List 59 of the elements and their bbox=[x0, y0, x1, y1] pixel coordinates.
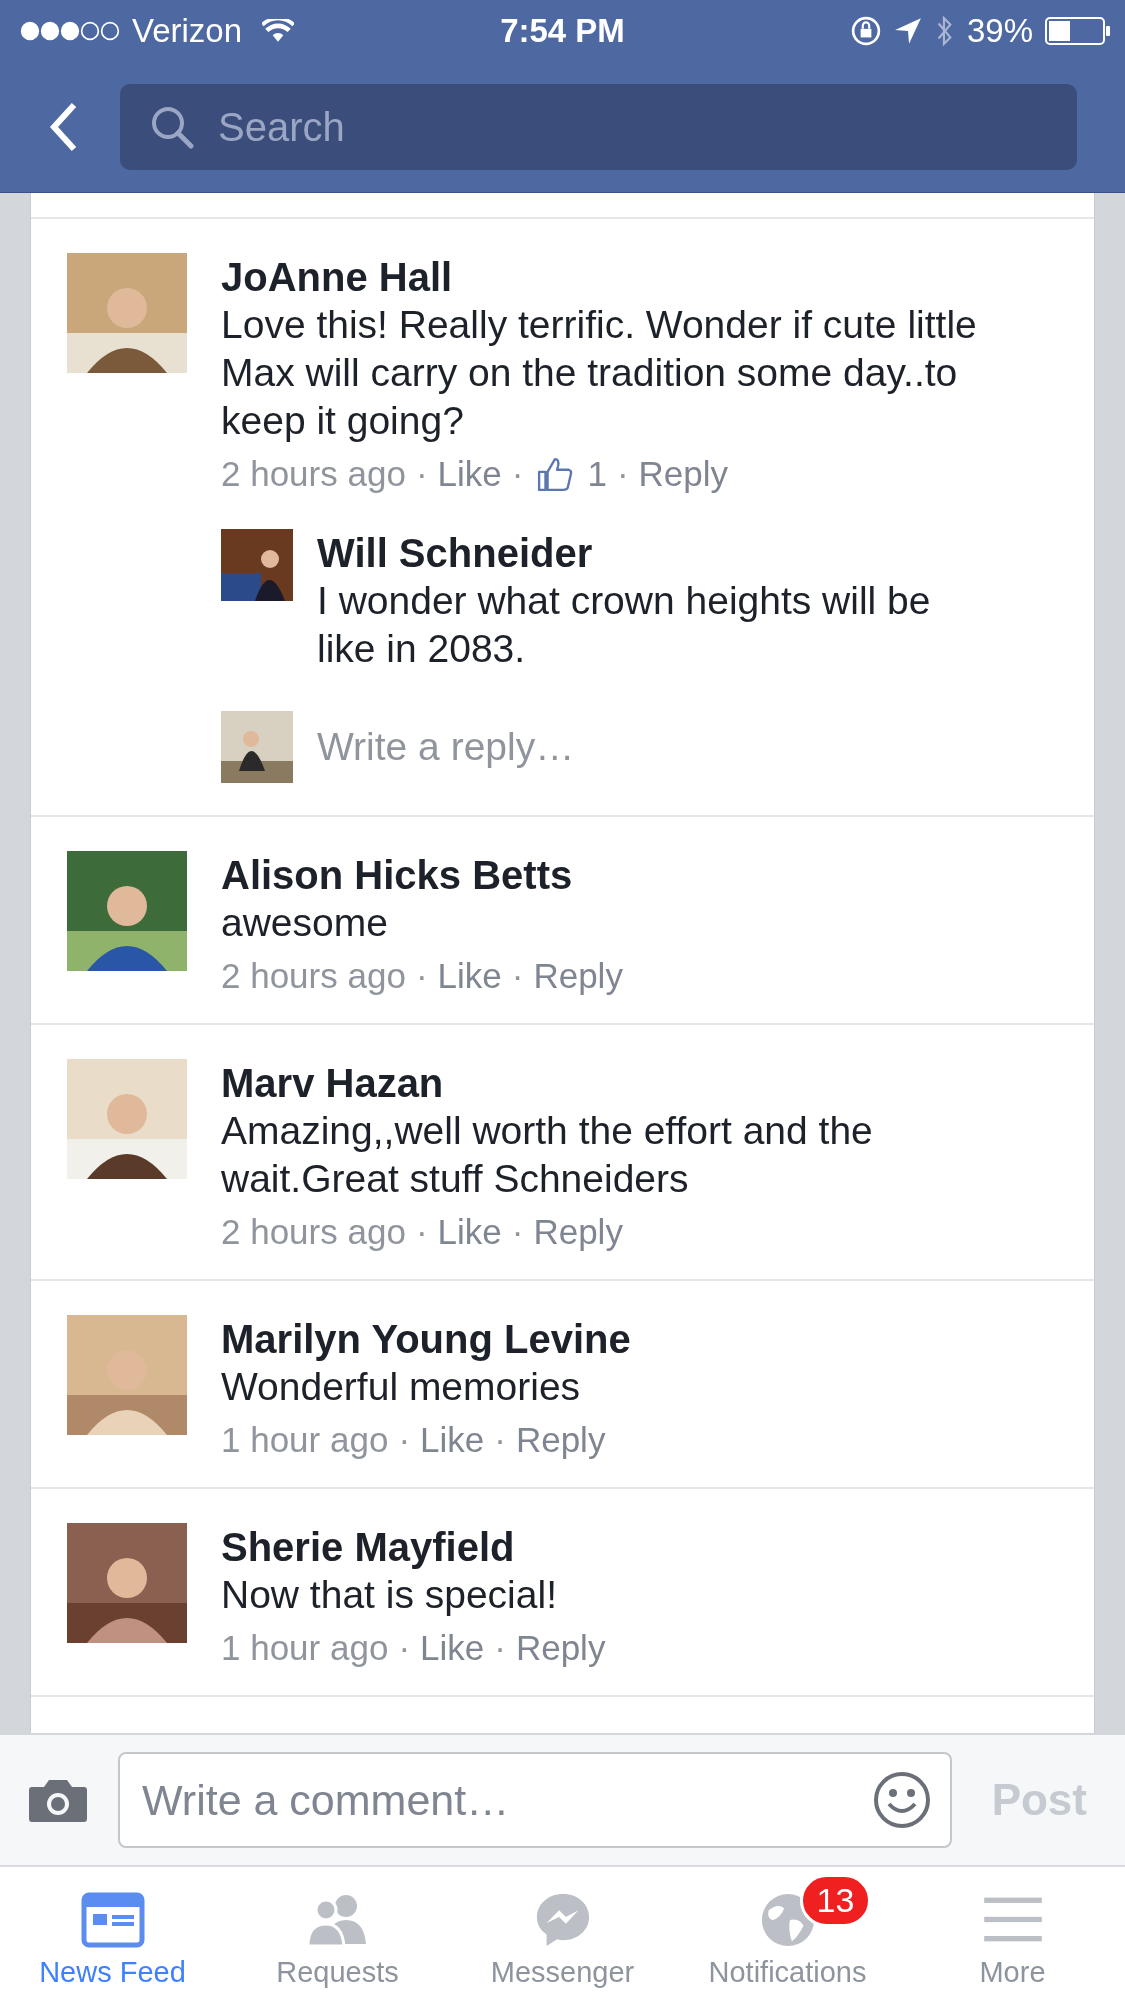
battery-percent: 39% bbox=[966, 12, 1033, 50]
reply-link[interactable]: Reply bbox=[533, 951, 623, 1001]
tab[interactable]: News Feed bbox=[0, 1867, 225, 2001]
back-icon[interactable] bbox=[48, 101, 78, 153]
search-icon bbox=[150, 105, 194, 149]
separator-dot: · bbox=[494, 1627, 506, 1669]
separator-dot: · bbox=[415, 453, 428, 495]
separator-dot: · bbox=[398, 1419, 411, 1461]
commenter-name[interactable]: Will Schneider bbox=[317, 529, 593, 577]
commenter-name[interactable]: JoAnne Hall bbox=[221, 253, 453, 301]
separator-dot: · bbox=[415, 1211, 428, 1253]
comment-time: 1 hour ago bbox=[221, 1419, 389, 1461]
commenter-name[interactable]: Marilyn Young Levine bbox=[221, 1315, 631, 1363]
like-link[interactable]: Like bbox=[437, 1207, 502, 1257]
like-link[interactable]: Like bbox=[437, 951, 502, 1001]
comment-time: 2 hours ago bbox=[221, 453, 406, 495]
comment-time: 1 hour ago bbox=[221, 1627, 389, 1669]
commenter-name[interactable]: Sherie Mayfield bbox=[221, 1523, 515, 1571]
reply-text: I wonder what crown heights will be like in 2083. bbox=[317, 578, 932, 672]
carrier-name: Verizon bbox=[132, 12, 243, 50]
reply-link[interactable]: Reply bbox=[638, 449, 728, 499]
signal-icon bbox=[20, 21, 120, 41]
comment-time: 2 hours ago bbox=[221, 955, 406, 997]
tab[interactable]: More bbox=[900, 1867, 1125, 2001]
like-count: 1 bbox=[587, 453, 607, 495]
like-link[interactable]: Like bbox=[420, 1415, 485, 1465]
comment-time: 2 hours ago bbox=[221, 1211, 406, 1253]
tab[interactable]: Requests bbox=[225, 1867, 450, 2001]
battery-icon bbox=[1045, 17, 1111, 45]
separator-dot: · bbox=[616, 453, 629, 495]
comment-text: Love this! Really terrific. Wonder if cute little Max will carry on the tradition some day..to keep it going? bbox=[221, 302, 978, 444]
newspaper-icon bbox=[80, 1891, 145, 1949]
tab[interactable]: 13 Notifications bbox=[675, 1867, 900, 2001]
wifi-icon bbox=[262, 19, 295, 43]
like-link[interactable]: Like bbox=[420, 1623, 485, 1673]
reply-link[interactable]: Reply bbox=[515, 1415, 606, 1465]
comment-text: Amazing,,well worth the effort and the wait.Great stuff Schneiders bbox=[221, 1108, 874, 1202]
thumbs-up-icon bbox=[537, 456, 574, 492]
comment-text: Wonderful memories bbox=[221, 1364, 581, 1410]
separator-dot: · bbox=[511, 453, 524, 495]
smiley-icon[interactable] bbox=[871, 1770, 932, 1830]
separator-dot: · bbox=[511, 1211, 524, 1253]
status-time: 7:54 PM bbox=[500, 12, 625, 50]
comment-text: Now that is special! bbox=[221, 1572, 557, 1618]
tab[interactable]: Messenger bbox=[450, 1867, 675, 2001]
commenter-name[interactable]: Marv Hazan bbox=[221, 1059, 444, 1107]
rotation-lock-icon bbox=[850, 16, 881, 46]
separator-dot: · bbox=[398, 1627, 411, 1669]
separator-dot: · bbox=[415, 955, 428, 997]
separator-dot: · bbox=[494, 1419, 506, 1461]
reply-link[interactable]: Reply bbox=[515, 1623, 606, 1673]
comment-text: awesome bbox=[221, 900, 388, 946]
separator-dot: · bbox=[511, 955, 524, 997]
commenter-name[interactable]: Alison Hicks Betts bbox=[221, 851, 573, 899]
search-field[interactable]: Search bbox=[120, 84, 1077, 170]
like-link[interactable]: Like bbox=[437, 449, 502, 499]
comment-field[interactable]: Write a comment… bbox=[118, 1752, 952, 1848]
reply-link[interactable]: Reply bbox=[533, 1207, 623, 1257]
camera-icon[interactable] bbox=[28, 1777, 88, 1823]
